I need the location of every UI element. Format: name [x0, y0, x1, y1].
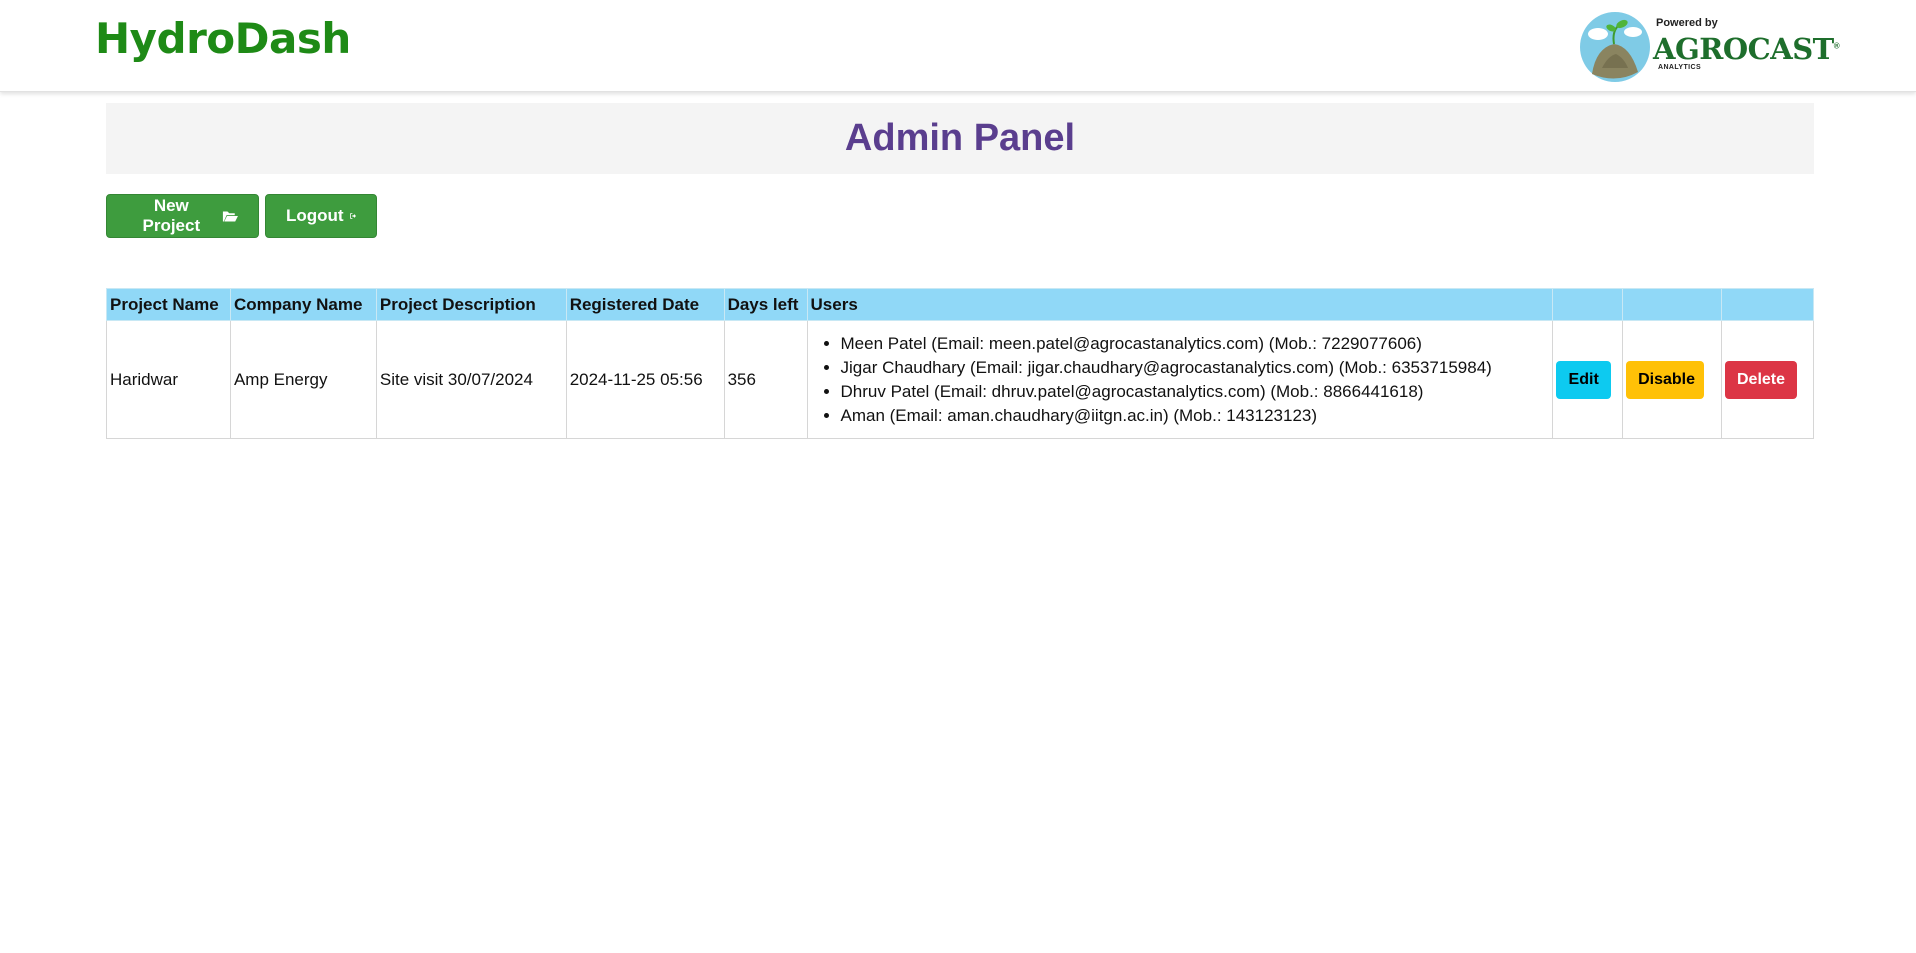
- brand-title[interactable]: HydroDash: [95, 14, 351, 63]
- col-project-name: Project Name: [106, 288, 231, 321]
- projects-table: Project Name Company Name Project Descri…: [106, 288, 1814, 439]
- logout-button[interactable]: Logout: [265, 194, 377, 238]
- sign-out-icon: [349, 213, 356, 219]
- col-days-left: Days left: [723, 288, 808, 321]
- logo-subtitle: ANALYTICS: [1658, 64, 1702, 71]
- disable-button[interactable]: Disable: [1626, 360, 1705, 399]
- logo-powered-by: Powered by: [1656, 17, 1718, 29]
- col-delete: [1721, 288, 1814, 321]
- agrocast-logo: Powered by AGROCAST® ANALYTICS: [1578, 10, 1840, 82]
- col-project-description: Project Description: [375, 288, 567, 321]
- user-list-item: Dhruv Patel (Email: dhruv.patel@agrocast…: [841, 380, 1550, 404]
- cell-registered-date: 2024-11-25 05:56: [565, 320, 725, 439]
- top-navbar: HydroDash Powered by AGROCAST® ANALYTICS: [0, 0, 1916, 92]
- folder-open-icon: [222, 211, 238, 222]
- cell-description: Site visit 30/07/2024: [375, 320, 567, 439]
- logo-wordmark: AGROCAST®: [1653, 32, 1840, 66]
- cell-disable: Disable: [1622, 320, 1722, 439]
- user-list-item: Aman (Email: aman.chaudhary@iitgn.ac.in)…: [841, 404, 1550, 428]
- user-list: Meen Patel (Email: meen.patel@agrocastan…: [811, 332, 1550, 428]
- new-project-label: New Project: [142, 196, 201, 235]
- col-users: Users: [806, 288, 1554, 321]
- cell-project-name: Haridwar: [106, 320, 231, 439]
- delete-button[interactable]: Delete: [1725, 360, 1797, 399]
- col-disable: [1622, 288, 1722, 321]
- cell-delete: Delete: [1721, 320, 1814, 439]
- col-edit: [1552, 288, 1624, 321]
- edit-button[interactable]: Edit: [1556, 360, 1612, 399]
- col-registered-date: Registered Date: [565, 288, 725, 321]
- cell-edit: Edit: [1552, 320, 1624, 439]
- col-company-name: Company Name: [229, 288, 377, 321]
- table-header-row: Project Name Company Name Project Descri…: [106, 288, 1814, 321]
- user-list-item: Jigar Chaudhary (Email: jigar.chaudhary@…: [841, 356, 1550, 380]
- cell-days-left: 356: [723, 320, 808, 439]
- action-bar: New Project Logout: [106, 194, 1814, 238]
- logout-label: Logout: [286, 206, 344, 225]
- logo-name: AGROCAST: [1653, 32, 1834, 66]
- page-title: Admin Panel: [844, 117, 1076, 159]
- new-project-button[interactable]: New Project: [106, 194, 259, 238]
- table-row: Haridwar Amp Energy Site visit 30/07/202…: [106, 320, 1814, 439]
- cell-users: Meen Patel (Email: meen.patel@agrocastan…: [806, 320, 1554, 439]
- user-list-item: Meen Patel (Email: meen.patel@agrocastan…: [841, 332, 1550, 356]
- cell-company-name: Amp Energy: [229, 320, 377, 439]
- logo-registered: ®: [1833, 41, 1840, 51]
- admin-panel-header: Admin Panel: [106, 103, 1814, 174]
- agrocast-logo-icon: [1580, 12, 1650, 82]
